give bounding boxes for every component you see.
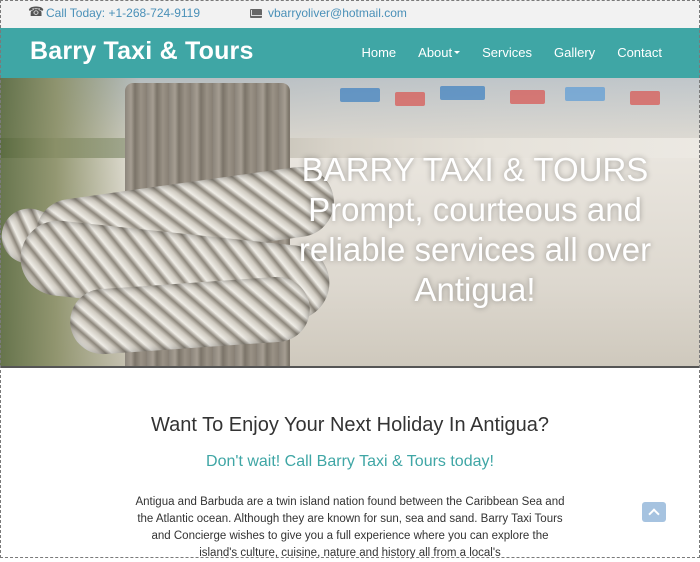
nav-services[interactable]: Services <box>482 45 532 60</box>
phone-contact[interactable]: Call Today: +1-268-724-9119 <box>28 4 200 20</box>
nav-contact-label: Contact <box>617 45 662 60</box>
email-text[interactable]: vbarryoliver@hotmail.com <box>268 6 407 20</box>
section-heading: Want To Enjoy Your Next Holiday In Antig… <box>150 414 550 436</box>
intro-paragraph: Antigua and Barbuda are a twin island na… <box>135 496 565 559</box>
nav-gallery-label: Gallery <box>554 45 596 60</box>
nav-home-label: Home <box>361 45 397 60</box>
phone-icon <box>28 4 44 20</box>
hero-banner: BARRY TAXI & TOURS Prompt, courteous and… <box>0 78 700 366</box>
caret-down-icon <box>454 51 461 54</box>
nav-contact[interactable]: Contact <box>617 45 662 60</box>
main-content: Want To Enjoy Your Next Holiday In Antig… <box>0 366 700 560</box>
brand-title[interactable]: Barry Taxi & Tours <box>30 37 254 66</box>
navbar: Barry Taxi & Tours Home About Services G… <box>0 28 700 78</box>
hero-headline: BARRY TAXI & TOURS Prompt, courteous and… <box>298 151 652 308</box>
nav-about[interactable]: About <box>418 45 461 60</box>
scroll-to-top-button[interactable] <box>642 502 666 522</box>
nav-home[interactable]: Home <box>361 45 396 60</box>
nav-about-label: About <box>418 45 453 60</box>
main-nav: Home About Services Gallery Contact <box>361 45 662 60</box>
envelope-icon <box>250 8 262 18</box>
contact-bar: Call Today: +1-268-724-9119 vbarryoliver… <box>0 0 700 28</box>
nav-services-label: Services <box>482 45 532 60</box>
nav-gallery[interactable]: Gallery <box>554 45 595 60</box>
chevron-up-icon <box>648 507 660 520</box>
phone-text[interactable]: Call Today: +1-268-724-9119 <box>46 6 200 20</box>
email-contact[interactable]: vbarryoliver@hotmail.com <box>250 6 407 20</box>
beach-chairs-background <box>300 78 700 118</box>
section-subheading: Don't wait! Call Barry Taxi & Tours toda… <box>206 453 494 470</box>
